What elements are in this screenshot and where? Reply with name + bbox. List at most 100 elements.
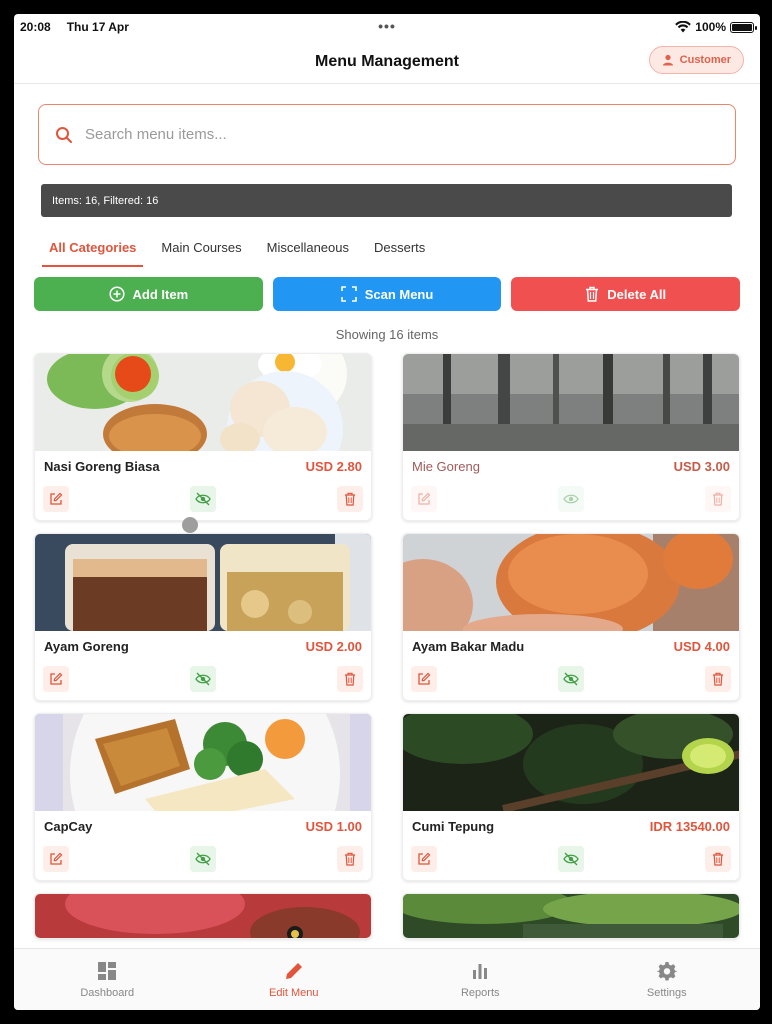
item-name: Ayam Bakar Madu: [412, 639, 525, 654]
edit-icon: [50, 672, 63, 685]
visibility-toggle[interactable]: [190, 666, 216, 692]
tab-desserts[interactable]: Desserts: [367, 236, 432, 267]
category-tabs: All Categories Main Courses Miscellaneou…: [42, 236, 443, 267]
search-bar[interactable]: [38, 104, 736, 165]
pencil-icon: [285, 962, 302, 979]
gear-icon: [656, 961, 677, 980]
tab-miscellaneous[interactable]: Miscellaneous: [260, 236, 356, 267]
item-price: IDR 13540.00: [649, 819, 730, 834]
customer-label: Customer: [679, 54, 731, 66]
battery-percent: 100%: [695, 20, 726, 34]
customer-button[interactable]: Customer: [648, 46, 744, 74]
showing-count: Showing 16 items: [335, 327, 439, 342]
scan-icon: [340, 286, 357, 302]
add-item-label: Add Item: [132, 286, 189, 302]
dashboard-icon: [98, 961, 117, 980]
status-time: 20:08: [20, 20, 51, 34]
items-info-bar: Items: 16, Filtered: 16: [41, 184, 732, 217]
top-header: Menu Management Customer: [14, 40, 760, 84]
food-image: [403, 534, 739, 631]
scan-menu-button[interactable]: Scan Menu: [272, 277, 502, 311]
edit-icon: [418, 492, 431, 505]
nav-reports[interactable]: Reports: [387, 949, 574, 1010]
tab-all-categories[interactable]: All Categories: [42, 236, 144, 267]
edit-button[interactable]: [411, 486, 437, 512]
delete-all-label: Delete All: [607, 286, 667, 302]
menu-item-card[interactable]: [402, 893, 740, 939]
eye-off-icon: [195, 852, 211, 866]
menu-item-card[interactable]: Ayam Bakar Madu USD 4.00: [402, 533, 740, 701]
item-price: USD 4.00: [673, 639, 730, 654]
menu-item-card[interactable]: [34, 893, 372, 939]
item-price: USD 2.00: [305, 639, 362, 654]
visibility-toggle[interactable]: [558, 486, 584, 512]
nav-edit-menu[interactable]: Edit Menu: [201, 949, 388, 1010]
menu-item-card[interactable]: Cumi Tepung IDR 13540.00: [402, 713, 740, 881]
eye-off-icon: [563, 672, 579, 686]
eye-off-icon: [195, 672, 211, 686]
edit-button[interactable]: [43, 846, 69, 872]
visibility-toggle[interactable]: [558, 846, 584, 872]
visibility-toggle[interactable]: [190, 846, 216, 872]
menu-item-card[interactable]: Nasi Goreng Biasa USD 2.80: [34, 353, 372, 521]
item-name: Mie Goreng: [412, 459, 480, 474]
app-screen: 20:08 Thu 17 Apr ••• 100% Menu Managemen…: [14, 14, 760, 1010]
nav-reports-label: Reports: [460, 986, 500, 999]
item-price: USD 2.80: [305, 459, 362, 474]
delete-button[interactable]: [337, 666, 363, 692]
delete-button[interactable]: [337, 846, 363, 872]
food-image: [35, 354, 371, 451]
wifi-icon: [675, 21, 692, 33]
menu-item-card[interactable]: Mie Goreng USD 3.00: [402, 353, 740, 521]
delete-button[interactable]: [337, 486, 363, 512]
add-item-button[interactable]: Add Item: [34, 277, 263, 311]
trash-icon: [586, 286, 599, 302]
search-input[interactable]: [85, 126, 735, 143]
eye-off-icon: [563, 852, 579, 866]
item-name: Cumi Tepung: [412, 819, 495, 834]
edit-button[interactable]: [411, 666, 437, 692]
delete-all-button[interactable]: Delete All: [511, 277, 741, 311]
drag-handle[interactable]: [182, 517, 198, 533]
nav-settings[interactable]: Settings: [574, 949, 761, 1010]
search-icon: [56, 126, 72, 143]
delete-button[interactable]: [705, 486, 731, 512]
plus-circle-icon: [108, 286, 125, 302]
scan-menu-label: Scan Menu: [364, 286, 434, 302]
edit-button[interactable]: [411, 846, 437, 872]
bottom-nav: Dashboard Edit Menu Reports Settings: [14, 948, 760, 1010]
delete-button[interactable]: [705, 666, 731, 692]
edit-button[interactable]: [43, 486, 69, 512]
item-name: Nasi Goreng Biasa: [44, 459, 160, 474]
menu-items-grid: Nasi Goreng Biasa USD 2.80 Mie Goreng US…: [34, 353, 740, 939]
nav-settings-label: Settings: [646, 986, 687, 999]
multitask-dots-icon[interactable]: •••: [378, 18, 396, 34]
status-date: Thu 17 Apr: [66, 20, 129, 34]
nav-dashboard[interactable]: Dashboard: [14, 949, 201, 1010]
trash-icon: [713, 492, 723, 506]
menu-item-card[interactable]: Ayam Goreng USD 2.00: [34, 533, 372, 701]
items-count-text: Items: 16, Filtered: 16: [52, 194, 159, 207]
page-title: Menu Management: [314, 52, 459, 70]
menu-item-card[interactable]: CapCay USD 1.00: [34, 713, 372, 881]
item-price: USD 3.00: [673, 459, 730, 474]
visibility-toggle[interactable]: [558, 666, 584, 692]
eye-icon: [563, 494, 579, 504]
status-bar: 20:08 Thu 17 Apr ••• 100%: [14, 14, 760, 40]
person-icon: [662, 54, 673, 66]
food-image: [403, 354, 739, 451]
food-image: [35, 534, 371, 631]
nav-edit-menu-label: Edit Menu: [268, 986, 319, 999]
visibility-toggle[interactable]: [190, 486, 216, 512]
food-image: [35, 714, 371, 811]
item-name: CapCay: [44, 819, 93, 834]
tab-main-courses[interactable]: Main Courses: [154, 236, 248, 267]
edit-button[interactable]: [43, 666, 69, 692]
edit-icon: [418, 672, 431, 685]
edit-icon: [50, 492, 63, 505]
delete-button[interactable]: [705, 846, 731, 872]
trash-icon: [345, 672, 355, 686]
trash-icon: [345, 492, 355, 506]
bar-chart-icon: [473, 963, 488, 979]
eye-off-icon: [195, 492, 211, 506]
